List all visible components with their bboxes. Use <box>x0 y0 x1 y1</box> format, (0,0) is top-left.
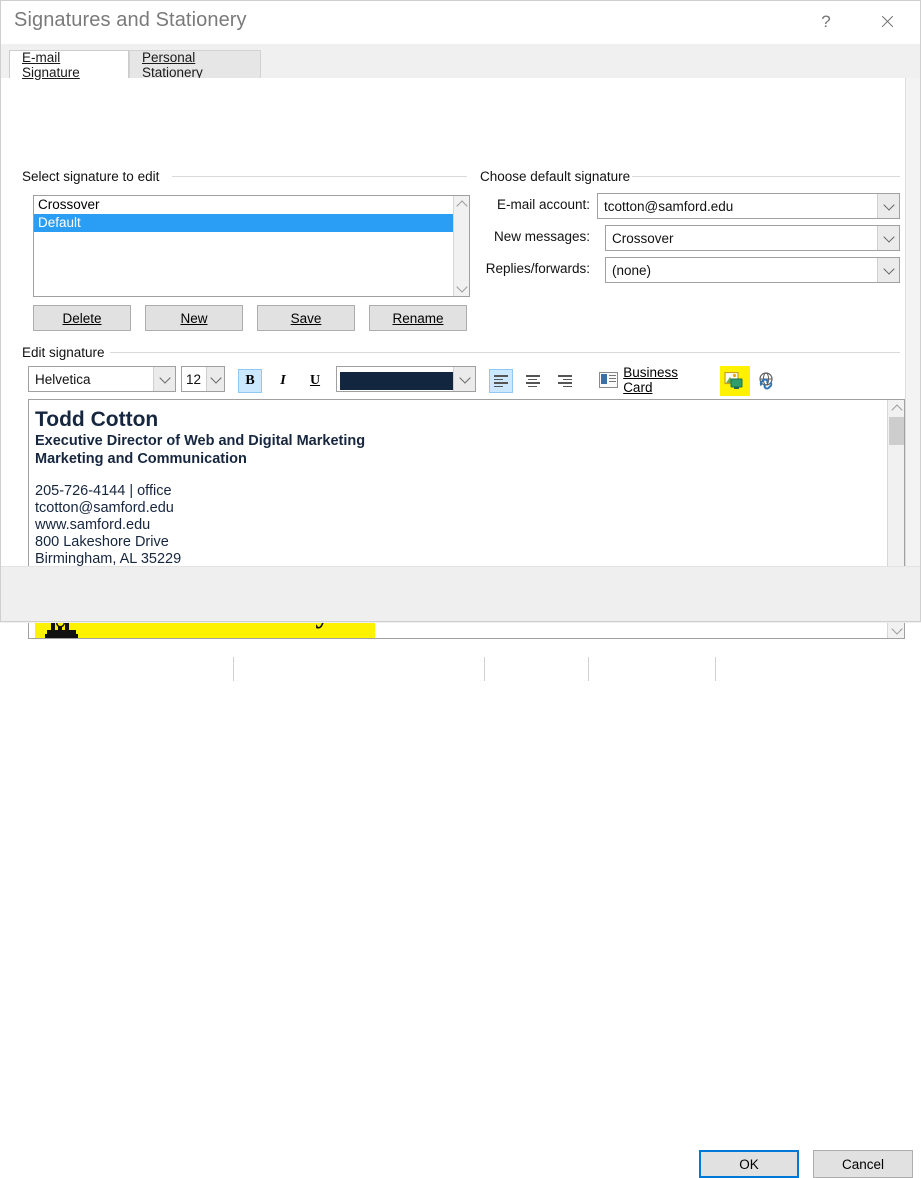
insert-hyperlink-button[interactable] <box>754 369 778 393</box>
chevron-down-icon[interactable] <box>877 258 899 282</box>
title-bar: Signatures and Stationery ? <box>0 0 921 44</box>
tab-email-signature[interactable]: E-mail Signature <box>9 49 129 80</box>
toolbar-separator <box>715 657 716 681</box>
align-right-icon <box>557 375 573 388</box>
new-messages-value: Crossover <box>612 230 674 246</box>
window-title: Signatures and Stationery <box>14 9 247 31</box>
email-account-value: tcotton@samford.edu <box>604 198 734 214</box>
business-card-icon <box>599 372 619 388</box>
tab-email-signature-label: E-mail Signature <box>22 49 80 80</box>
dialog-right-strip <box>905 78 921 566</box>
edit-signature-group-label: Edit signature <box>22 345 105 360</box>
business-card-button[interactable]: Business Card <box>598 365 708 395</box>
bold-button-label: B <box>245 373 255 388</box>
tab-personal-stationery[interactable]: Personal Stationery <box>129 49 261 80</box>
chevron-down-icon[interactable] <box>877 194 899 218</box>
tab-personal-stationery-label: Personal Stationery <box>142 49 203 80</box>
align-left-icon <box>493 375 509 388</box>
font-color-swatch <box>340 371 453 390</box>
bold-button[interactable]: B <box>238 369 262 393</box>
group-rule-choose-default <box>632 176 900 177</box>
group-rule-edit-signature <box>110 352 900 353</box>
font-color-picker[interactable] <box>336 366 476 392</box>
group-rule-select-signature <box>172 176 467 177</box>
replies-forwards-value: (none) <box>612 262 652 278</box>
ok-button-label: OK <box>739 1156 759 1172</box>
signature-spacer <box>35 468 888 483</box>
underline-button-label: U <box>309 373 321 388</box>
replies-forwards-label: Replies/forwards: <box>485 261 590 276</box>
scroll-down-icon[interactable] <box>454 280 469 296</box>
italic-button[interactable]: I <box>271 369 295 393</box>
scrollbar-thumb[interactable] <box>889 417 904 445</box>
chevron-down-icon[interactable] <box>153 367 175 391</box>
underline-button[interactable]: U <box>303 369 327 393</box>
chevron-down-icon[interactable] <box>877 226 899 250</box>
font-size-select[interactable]: 12 <box>181 366 225 392</box>
font-family-select[interactable]: Helvetica <box>28 366 176 392</box>
align-center-icon <box>525 375 541 388</box>
list-item[interactable]: Crossover <box>34 196 469 214</box>
scroll-up-icon[interactable] <box>888 400 904 416</box>
select-signature-group-label: Select signature to edit <box>22 169 160 184</box>
formatting-toolbar: Helvetica 12 B I U Business Card <box>0 365 905 681</box>
chevron-down-icon[interactable] <box>453 367 475 391</box>
new-button-label: New <box>180 310 208 326</box>
tab-strip: E-mail Signature Personal Stationery <box>0 44 921 80</box>
align-center-button[interactable] <box>521 369 545 393</box>
signatures-and-stationery-dialog: Signatures and Stationery ? E-mail Signa… <box>0 0 921 1178</box>
chevron-down-icon[interactable] <box>206 367 224 391</box>
cancel-button-label: Cancel <box>841 1156 885 1172</box>
toolbar-separator <box>233 657 234 681</box>
choose-default-group-label: Choose default signature <box>480 169 631 184</box>
signature-name: Todd Cotton <box>35 408 159 431</box>
business-card-label: Business Card <box>623 365 678 395</box>
toolbar-separator <box>588 657 589 681</box>
insert-picture-button[interactable] <box>722 369 746 393</box>
toolbar-separator <box>484 657 485 681</box>
close-button[interactable] <box>864 0 910 44</box>
signature-contact-line: tcotton@samford.edu <box>35 500 174 516</box>
new-messages-select[interactable]: Crossover <box>605 225 900 251</box>
insert-picture-icon <box>724 372 743 389</box>
dialog-content: Select signature to edit Crossover Defau… <box>0 78 905 681</box>
signature-list[interactable]: Crossover Default <box>33 195 470 297</box>
font-size-value: 12 <box>186 371 202 387</box>
save-button[interactable]: Save <box>257 305 355 331</box>
italic-button-label: I <box>280 373 286 388</box>
close-icon <box>880 15 894 29</box>
dialog-footer: OK Cancel <box>0 566 921 1178</box>
signature-contact-line: 205-726-4144 | office <box>35 483 172 499</box>
question-mark-icon: ? <box>821 12 831 31</box>
new-messages-label: New messages: <box>493 229 590 244</box>
list-item[interactable]: Default <box>34 214 469 232</box>
signature-role-line2: Marketing and Communication <box>35 451 247 467</box>
save-button-label: Save <box>290 310 322 326</box>
align-right-button[interactable] <box>553 369 577 393</box>
signature-role-line1: Executive Director of Web and Digital Ma… <box>35 433 366 449</box>
delete-button[interactable]: Delete <box>33 305 131 331</box>
signature-contact-line: www.samford.edu <box>35 517 151 533</box>
rename-button-label: Rename <box>392 310 444 326</box>
scroll-down-icon[interactable] <box>888 622 904 638</box>
delete-button-label: Delete <box>62 310 102 326</box>
rename-button[interactable]: Rename <box>369 305 467 331</box>
align-left-button[interactable] <box>489 369 513 393</box>
insert-hyperlink-icon <box>759 372 773 390</box>
help-button[interactable]: ? <box>803 0 849 44</box>
email-account-label: E-mail account: <box>496 197 590 212</box>
font-family-value: Helvetica <box>35 371 91 387</box>
email-account-select[interactable]: tcotton@samford.edu <box>597 193 900 219</box>
cancel-button[interactable]: Cancel <box>813 1150 913 1178</box>
signature-contact-line: 800 Lakeshore Drive <box>35 534 169 550</box>
new-button[interactable]: New <box>145 305 243 331</box>
replies-forwards-select[interactable]: (none) <box>605 257 900 283</box>
ok-button[interactable]: OK <box>699 1150 799 1178</box>
